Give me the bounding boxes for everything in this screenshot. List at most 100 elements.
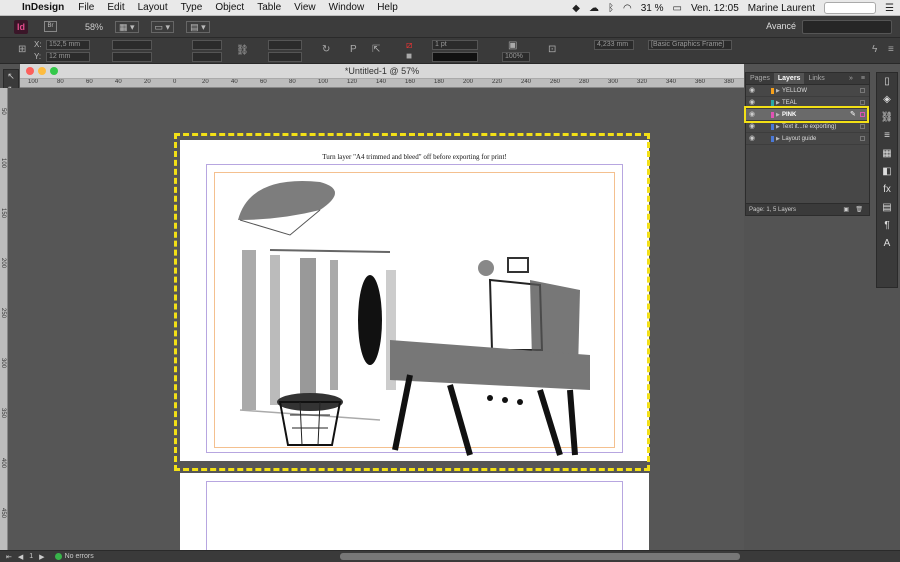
panel-menu-icon[interactable]: ≡ [888, 44, 894, 55]
expand-triangle-icon[interactable]: ▶ [776, 109, 780, 121]
pages-panel-icon[interactable]: ▯ [877, 73, 897, 91]
notification-center-icon[interactable]: ☰ [885, 3, 894, 14]
layer-name[interactable]: Layout guide [782, 133, 816, 145]
preflight-status-icon[interactable] [54, 553, 62, 560]
rotate-icon[interactable]: ↻ [322, 44, 330, 55]
menu-view[interactable]: View [294, 2, 316, 13]
layer-select-box[interactable] [860, 100, 865, 105]
layer-row-yellow[interactable]: ◉ ▶ YELLOW [746, 85, 869, 97]
menu-file[interactable]: File [78, 2, 94, 13]
visibility-eye-icon[interactable]: ◉ [749, 133, 755, 145]
color-panel-icon[interactable]: ◧ [877, 163, 897, 181]
layer-row-teal[interactable]: ◉ ▶ TEAL [746, 97, 869, 109]
object-style-field[interactable]: [Basic Graphics Frame] [648, 40, 732, 50]
expand-triangle-icon[interactable]: ▶ [776, 121, 780, 133]
paragraph-styles-icon[interactable]: ¶ [877, 217, 897, 235]
links-panel-icon[interactable]: ⛓ [877, 109, 897, 127]
menu-object[interactable]: Object [215, 2, 244, 13]
layer-row-pink[interactable]: ◉ ▶ PINK ✎ [746, 109, 869, 121]
layer-name[interactable]: YELLOW [782, 85, 807, 97]
swatches-panel-icon[interactable]: ▦ [877, 145, 897, 163]
width-field[interactable] [112, 40, 152, 50]
cloud-icon[interactable]: ☁ [589, 3, 599, 14]
zoom-window-icon[interactable] [50, 67, 58, 75]
menu-layout[interactable]: Layout [138, 2, 168, 13]
stroke-panel-icon[interactable]: ≡ [877, 127, 897, 145]
visibility-eye-icon[interactable]: ◉ [749, 97, 755, 109]
corner-size-field[interactable]: 4,233 mm [594, 40, 634, 50]
battery-icon[interactable]: ▭ [672, 3, 681, 14]
visibility-eye-icon[interactable]: ◉ [749, 109, 755, 121]
selection-tool-icon[interactable]: ↖ [4, 70, 18, 83]
wifi-icon[interactable]: ◠ [623, 3, 632, 14]
page-number-field[interactable]: 1 [29, 553, 33, 560]
y-position-field[interactable]: 12 mm [46, 52, 90, 62]
layers-panel-icon[interactable]: ◈ [877, 91, 897, 109]
expand-triangle-icon[interactable]: ▶ [776, 97, 780, 109]
user-name[interactable]: Marine Laurent [748, 3, 815, 14]
stroke-type-field[interactable] [432, 52, 478, 62]
expand-triangle-icon[interactable]: ▶ [776, 85, 780, 97]
height-field[interactable] [112, 52, 152, 62]
fitting-icon[interactable]: ⊡ [548, 44, 556, 55]
dropbox-icon[interactable]: ◆ [572, 3, 580, 14]
page-1[interactable]: Turn layer "A4 trimmed and bleed" off be… [180, 140, 649, 461]
panel-collapse-icon[interactable]: » [845, 73, 857, 84]
scale-x-field[interactable] [192, 40, 222, 50]
scale-y-field[interactable] [192, 52, 222, 62]
panel-menu-icon[interactable]: ≡ [857, 73, 869, 84]
stroke-swatch-icon[interactable]: ■ [406, 51, 412, 62]
layer-select-box[interactable] [860, 124, 865, 129]
minimize-window-icon[interactable] [38, 67, 46, 75]
tab-layers[interactable]: Layers [773, 73, 805, 84]
stroke-weight-field[interactable]: 1 pt [432, 40, 478, 50]
layer-select-box[interactable] [860, 112, 865, 117]
workspace-switcher[interactable]: Avancé [766, 21, 796, 31]
menu-help[interactable]: Help [377, 2, 398, 13]
new-layer-icon[interactable]: ▣ [843, 204, 849, 216]
select-container-icon[interactable]: ⇱ [372, 44, 380, 55]
text-wrap-panel-icon[interactable]: ▤ [877, 199, 897, 217]
pasteboard[interactable]: Turn layer "A4 trimmed and bleed" off be… [8, 88, 744, 550]
view-options-dropdown[interactable]: ▦ ▾ [115, 20, 139, 33]
layer-select-box[interactable] [860, 88, 865, 93]
zoom-level[interactable]: 58% [85, 22, 103, 32]
next-page-icon[interactable]: ▶ [39, 553, 44, 561]
visibility-eye-icon[interactable]: ◉ [749, 85, 755, 97]
horizontal-scrollbar[interactable] [340, 553, 740, 560]
sketch-illustration[interactable] [180, 140, 649, 461]
opacity-field[interactable]: 100% [502, 52, 530, 62]
layer-select-box[interactable] [860, 136, 865, 141]
spotlight-search-field[interactable] [824, 2, 877, 14]
rotation-field[interactable] [268, 40, 302, 50]
screen-mode-dropdown[interactable]: ▭ ▾ [150, 20, 175, 33]
preflight-errors[interactable]: No errors [65, 553, 94, 560]
constrain-proportions-icon[interactable]: ⛓ [236, 45, 249, 56]
fill-swatch-icon[interactable]: ⧄ [406, 40, 412, 51]
expand-triangle-icon[interactable]: ▶ [776, 133, 780, 145]
bluetooth-icon[interactable]: ᛒ [608, 3, 614, 14]
first-page-icon[interactable]: ⇤ [6, 553, 12, 561]
clock[interactable]: Ven. 12:05 [691, 3, 739, 14]
shear-field[interactable] [268, 52, 302, 62]
effects-panel-icon[interactable]: fx [877, 181, 897, 199]
menu-table[interactable]: Table [257, 2, 281, 13]
menu-edit[interactable]: Edit [107, 2, 124, 13]
fx-icon[interactable]: ▣ [508, 40, 517, 51]
previous-page-icon[interactable]: ◀ [18, 553, 23, 561]
app-menu[interactable]: InDesign [22, 2, 64, 13]
character-styles-icon[interactable]: A [877, 235, 897, 253]
layer-name[interactable]: TEAL [782, 97, 797, 109]
close-window-icon[interactable] [26, 67, 34, 75]
menu-type[interactable]: Type [181, 2, 203, 13]
reference-point-icon[interactable]: ⊞ [18, 44, 26, 55]
layer-row-layout-guide[interactable]: ◉ ▶ Layout guide [746, 133, 869, 145]
visibility-eye-icon[interactable]: ◉ [749, 121, 755, 133]
page-2[interactable] [180, 473, 649, 550]
delete-layer-icon[interactable]: 🗑 [855, 204, 863, 216]
layer-name[interactable]: PINK [782, 109, 796, 121]
horizontal-ruler[interactable]: 100 80 60 40 20 0 20 40 60 80 100 120 140 160 180 200 22… [20, 79, 744, 88]
vertical-ruler[interactable]: 50 100 150 200 250 300 350 400 450 [0, 88, 8, 550]
layer-row-text[interactable]: ◉ ▶ Text it...re exporting) [746, 121, 869, 133]
tab-links[interactable]: Links [804, 73, 828, 84]
